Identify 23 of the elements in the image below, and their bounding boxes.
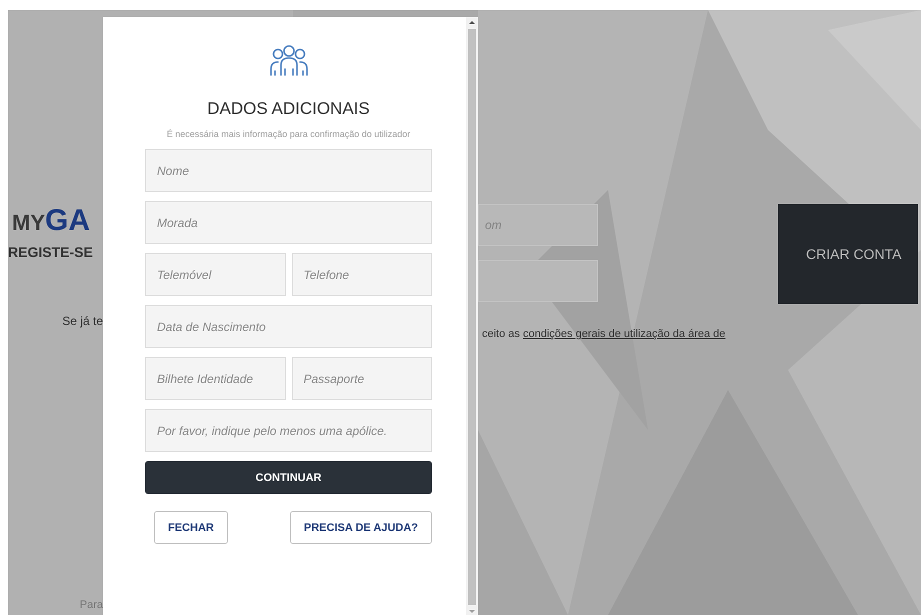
terms-link[interactable]: condições gerais de utilização da área de	[522, 328, 726, 340]
input-field[interactable]: Data de Nascimento	[145, 305, 432, 348]
input-field[interactable]: Nome	[145, 149, 432, 192]
input-field[interactable]: Passaporte	[292, 357, 432, 400]
help-button[interactable]: PRECISA DE AJUDA?	[290, 511, 432, 544]
logo: MYGA	[12, 204, 90, 238]
input-field[interactable]: Morada	[145, 201, 432, 244]
input-field[interactable]: Telefone	[292, 253, 432, 296]
scrollbar[interactable]	[466, 17, 478, 615]
close-button[interactable]: FECHAR	[154, 511, 228, 544]
input-field[interactable]: Telemóvel	[145, 253, 286, 296]
modal-subtitle: É necessária mais informação para confirmação do utilizador	[166, 129, 410, 139]
input-field[interactable]	[478, 260, 598, 302]
people-icon	[268, 43, 308, 77]
footer-text: Para	[80, 599, 103, 611]
continue-button[interactable]: CONTINUAR	[145, 461, 432, 494]
login-prompt: Se já te	[62, 314, 103, 328]
input-field[interactable]: Bilhete Identidade	[145, 357, 286, 400]
page-heading: REGISTE-SE	[8, 244, 93, 260]
input-field[interactable]: Por favor, indique pelo menos uma apólice.	[145, 409, 432, 452]
create-account-button[interactable]: CRIAR CONTA	[778, 204, 918, 304]
modal-title: DADOS ADICIONAIS	[207, 99, 370, 119]
terms-text: ceito as condições gerais de utilização da área de	[481, 328, 726, 340]
